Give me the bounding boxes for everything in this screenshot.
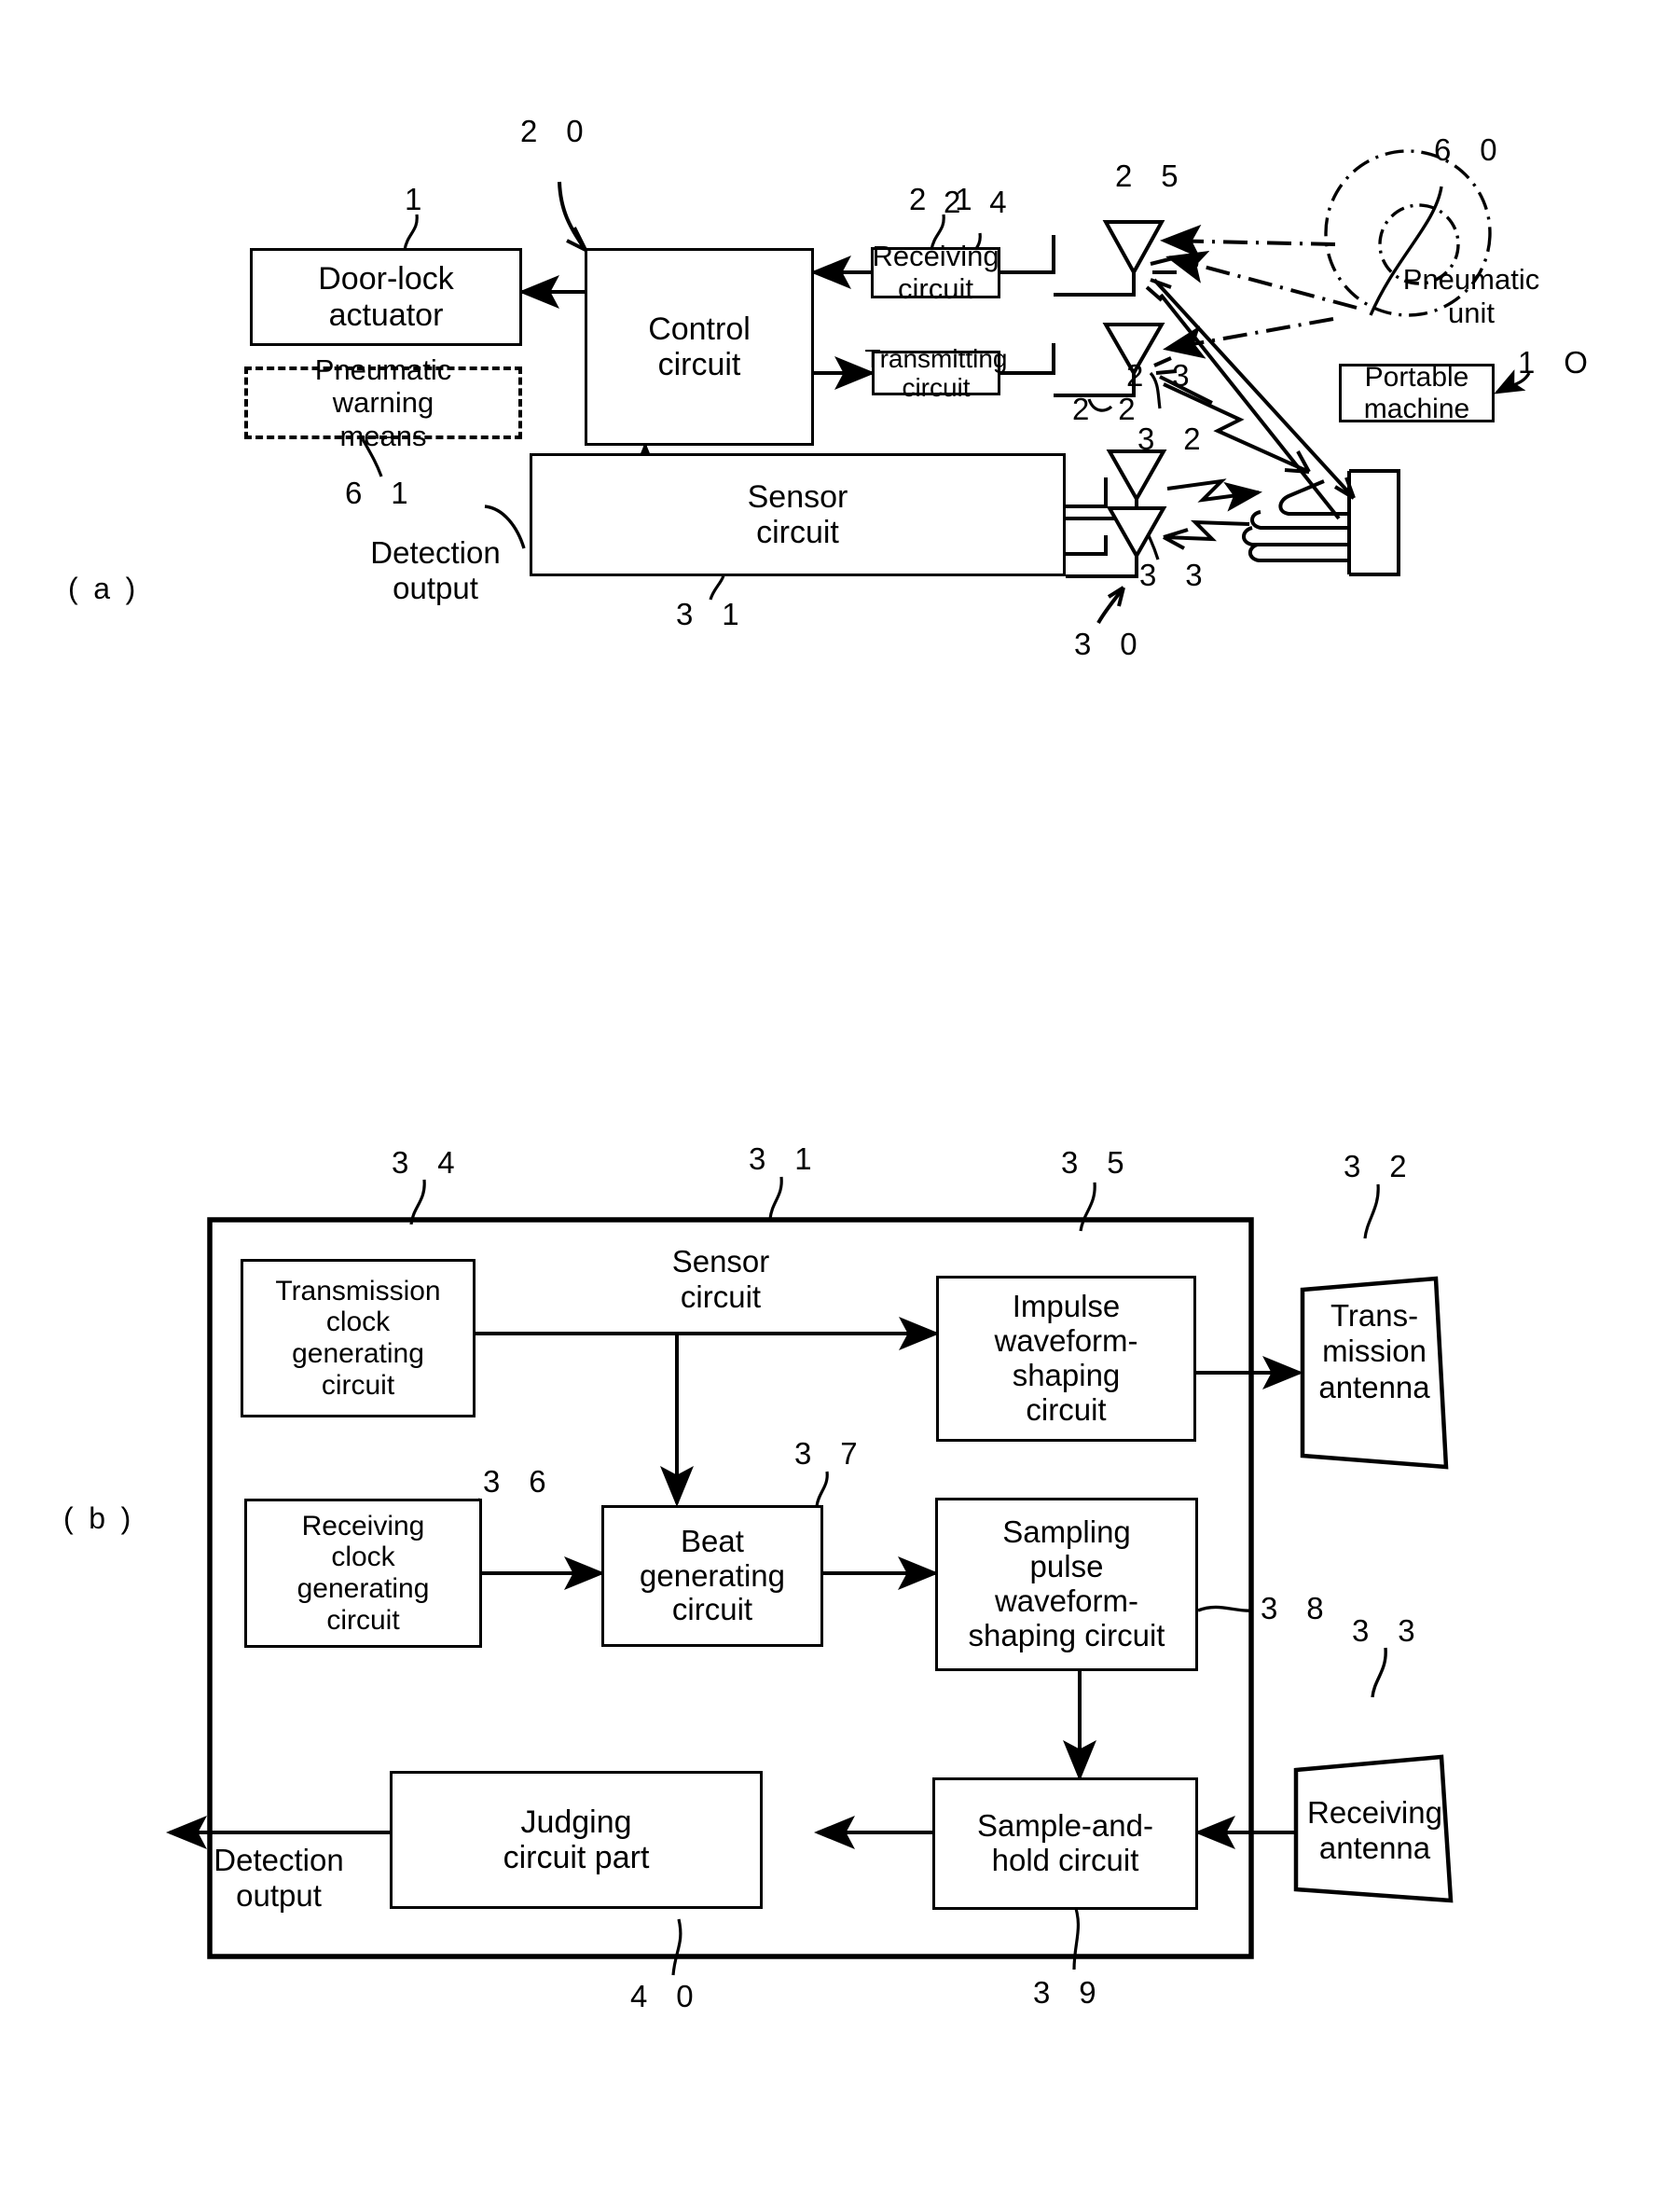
ref-38: 3 8 [1261,1591,1334,1625]
control-circuit-box: Control circuit [585,248,814,446]
ref-40: 4 0 [630,1979,704,2013]
sensor-circuit-label-a: Sensor circuit [747,478,848,550]
impulse-waveform-label: Impulse waveform- shaping circuit [994,1289,1138,1427]
portable-machine-label: Portable machine [1363,361,1470,424]
judging-circuit-part-box: Judging circuit part [390,1771,763,1909]
transmitting-circuit-label: Transmitting circuit [864,343,1008,402]
ref-34: 3 4 [392,1145,465,1180]
ref-30: 3 0 [1074,627,1148,661]
ref-23: 2 3 [1126,358,1200,393]
ref-32-b: 3 2 [1344,1149,1417,1183]
ref-37: 3 7 [794,1436,868,1471]
patent-figure-page: ( a ) Door-lock actuator Control circuit… [0,0,1668,2212]
impulse-waveform-shaping-circuit-box: Impulse waveform- shaping circuit [936,1276,1196,1442]
receiving-circuit-label: Receiving circuit [872,239,999,305]
pneumatic-warning-means-label: Pneumatic warning means [314,353,452,452]
ref-24: 2 4 [944,185,1017,219]
ref-20: 2 0 [520,114,594,148]
door-lock-actuator-box: Door-lock actuator [250,248,522,346]
ref-25: 2 5 [1115,159,1189,193]
ref-1: 1 [405,182,433,216]
sample-and-hold-circuit-box: Sample-and- hold circuit [932,1777,1198,1910]
pneumatic-warning-means-box: Pneumatic warning means [244,353,522,452]
transmission-clock-label: Transmission clock generating circuit [275,1275,441,1401]
judging-circuit-label: Judging circuit part [503,1804,650,1875]
portable-machine-box: Portable machine [1339,361,1495,424]
control-circuit-label: Control circuit [648,311,751,382]
sensor-circuit-box-a: Sensor circuit [530,453,1066,576]
ref-36: 3 6 [483,1464,557,1499]
transmission-clock-generating-circuit-box: Transmission clock generating circuit [241,1259,476,1417]
sampling-pulse-label: Sampling pulse waveform- shaping circuit [968,1514,1165,1652]
receiving-circuit-box: Receiving circuit [871,240,1000,304]
ref-39: 3 9 [1033,1975,1107,2010]
ref-32-a: 3 2 [1137,422,1211,456]
receiving-clock-label: Receiving clock generating circuit [296,1510,430,1636]
transmission-antenna-label: Trans- mission antenna [1318,1298,1430,1404]
ref-31-b: 3 1 [749,1141,822,1176]
detection-output-annotation-a: Detection output [370,535,501,606]
ref-33-a: 3 3 [1139,558,1213,592]
receiving-antenna-label: Receiving antenna [1307,1795,1442,1866]
ref-33-b: 3 3 [1352,1613,1426,1648]
figure-b-label: ( b ) [63,1501,135,1535]
pneumatic-unit-annotation: Pneumatic unit [1402,263,1540,329]
sample-and-hold-label: Sample-and- hold circuit [977,1808,1153,1877]
sampling-pulse-waveform-shaping-circuit-box: Sampling pulse waveform- shaping circuit [935,1498,1198,1671]
ref-61: 6 1 [345,476,419,510]
ref-35: 3 5 [1061,1145,1135,1180]
receiving-clock-generating-circuit-box: Receiving clock generating circuit [244,1499,482,1648]
ref-10: 1 O [1518,345,1598,380]
transmitting-circuit-box: Transmitting circuit [865,344,1008,402]
detection-output-annotation-b: Detection output [214,1843,344,1914]
sensor-circuit-title-b: Sensor circuit [671,1244,770,1315]
figure-a-label: ( a ) [68,572,140,605]
beat-generating-label: Beat generating circuit [640,1523,785,1627]
ref-22: 2 2 [1072,392,1146,426]
beat-generating-circuit-box: Beat generating circuit [601,1505,823,1647]
ref-60: 6 0 [1434,132,1508,167]
door-lock-actuator-label: Door-lock actuator [318,261,454,333]
ref-31-a: 3 1 [676,597,750,631]
